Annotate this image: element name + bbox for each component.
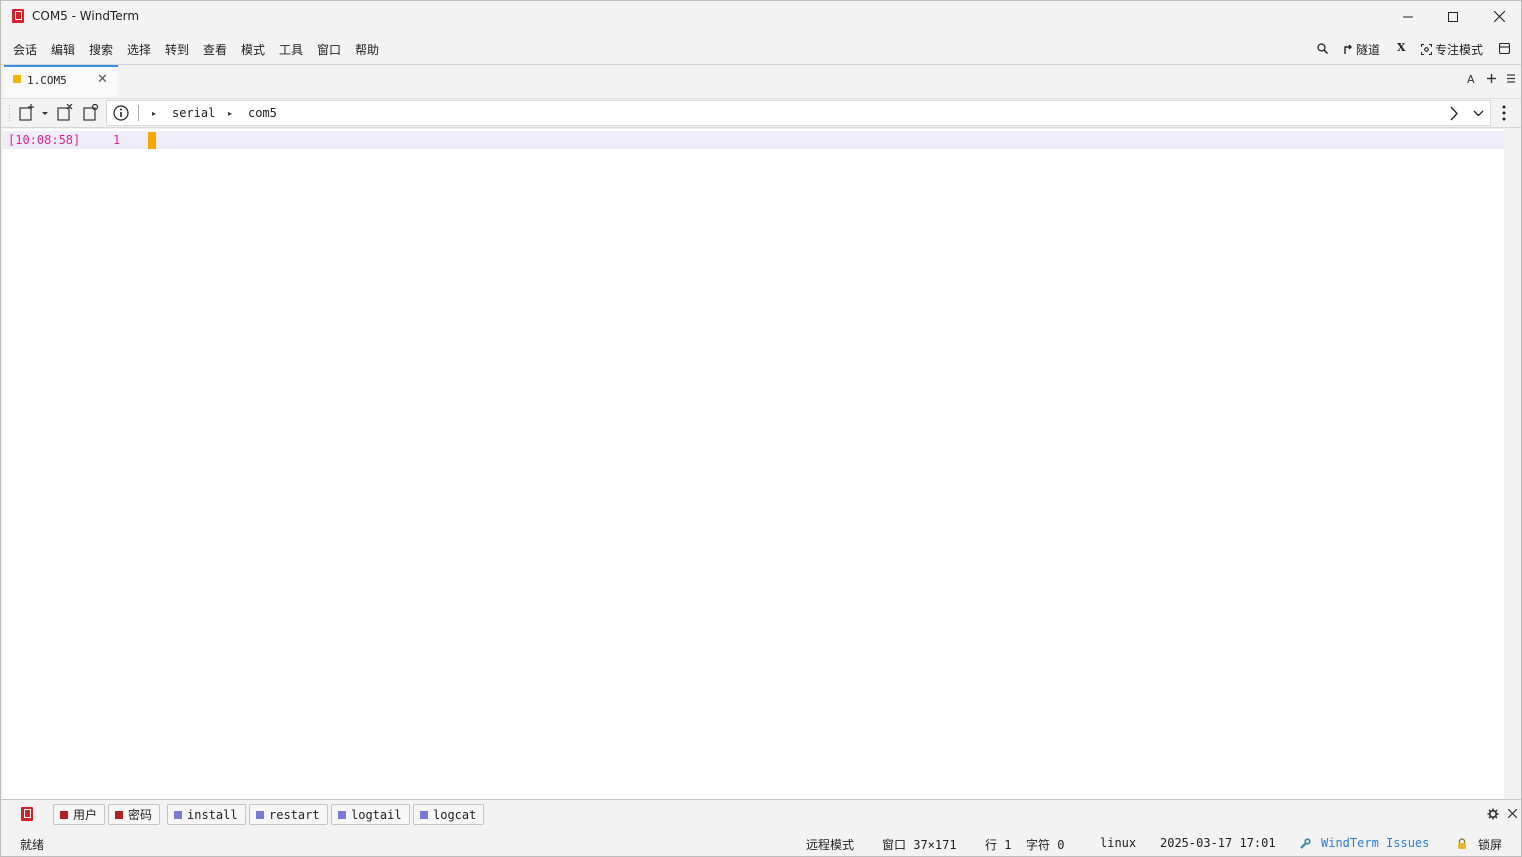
menu-window[interactable]: 窗口 bbox=[317, 41, 341, 58]
quick-button-color-icon bbox=[115, 810, 123, 819]
wrench-icon bbox=[1300, 838, 1311, 849]
close-window-button[interactable] bbox=[1476, 1, 1522, 32]
quick-button-label: install bbox=[187, 807, 238, 822]
menu-goto[interactable]: 转到 bbox=[165, 41, 189, 58]
quickbar-logo-icon[interactable] bbox=[20, 806, 34, 822]
chevron-right-icon[interactable] bbox=[1449, 106, 1459, 121]
menu-select[interactable]: 选择 bbox=[127, 41, 151, 58]
title-bar: COM5 - WindTerm bbox=[1, 1, 1521, 32]
info-icon[interactable] bbox=[113, 105, 129, 121]
quick-button-label: logtail bbox=[351, 807, 402, 822]
tab-list-icon[interactable] bbox=[1507, 74, 1515, 83]
drag-handle-icon[interactable] bbox=[8, 105, 11, 121]
maximize-button[interactable] bbox=[1430, 1, 1476, 32]
lock-screen-button[interactable]: 锁屏 bbox=[1478, 836, 1502, 853]
menu-search[interactable]: 搜索 bbox=[89, 41, 113, 58]
new-session-icon[interactable] bbox=[19, 104, 51, 122]
x-button[interactable]: X bbox=[1397, 41, 1406, 54]
quick-button-restart[interactable]: restart bbox=[249, 804, 328, 825]
status-datetime: 2025-03-17 17:01 bbox=[1160, 836, 1276, 850]
status-char[interactable]: 字符 0 bbox=[1026, 836, 1064, 853]
terminal-current-line: [10:08:58] 1 bbox=[3, 131, 1504, 149]
status-bar: 就绪 远程模式 窗口 37×171 行 1 字符 0 linux 2025-03… bbox=[1, 828, 1521, 856]
maximize-icon bbox=[1448, 11, 1458, 22]
crumb-arrow-icon: ▸ bbox=[228, 109, 233, 118]
tab-bar: 1.COM5 ✕ A bbox=[1, 65, 1521, 98]
tunnel-label: 隧道 bbox=[1356, 43, 1381, 57]
status-ready: 就绪 bbox=[20, 838, 45, 852]
menu-mode[interactable]: 模式 bbox=[241, 41, 265, 58]
close-icon bbox=[1493, 11, 1505, 22]
chevron-down-icon[interactable] bbox=[1473, 110, 1484, 117]
minimize-icon bbox=[1403, 16, 1413, 17]
focus-icon bbox=[1421, 44, 1432, 55]
windterm-logo-icon bbox=[12, 9, 24, 23]
window-title: COM5 - WindTerm bbox=[32, 9, 140, 23]
close-session-icon[interactable] bbox=[57, 104, 73, 122]
layout-icon[interactable] bbox=[1499, 43, 1510, 54]
issues-link[interactable]: WindTerm Issues bbox=[1321, 836, 1429, 850]
separator bbox=[138, 105, 139, 121]
vertical-scrollbar[interactable] bbox=[1505, 129, 1521, 799]
crumb-com5[interactable]: com5 bbox=[248, 106, 277, 120]
quick-button-color-icon bbox=[174, 810, 182, 819]
quick-button-logtail[interactable]: logtail bbox=[331, 804, 410, 825]
quick-button-password[interactable]: 密码 bbox=[108, 804, 161, 825]
tab-close-icon[interactable]: ✕ bbox=[97, 72, 108, 87]
status-mode[interactable]: 远程模式 bbox=[806, 836, 854, 853]
search-icon[interactable] bbox=[1317, 43, 1328, 54]
tab-label: 1.COM5 bbox=[27, 74, 67, 87]
lock-icon bbox=[1458, 838, 1466, 849]
close-quickbar-icon[interactable] bbox=[1508, 809, 1517, 818]
line-timestamp: [10:08:58] bbox=[8, 133, 81, 147]
quick-button-install[interactable]: install bbox=[167, 804, 246, 825]
more-options-icon[interactable] bbox=[1502, 105, 1506, 121]
minimize-button[interactable] bbox=[1385, 1, 1431, 32]
crumb-arrow-icon: ▸ bbox=[152, 109, 157, 118]
font-button[interactable]: A bbox=[1467, 73, 1475, 86]
menu-edit[interactable]: 编辑 bbox=[51, 41, 75, 58]
session-address-bar[interactable]: ▸ serial ▸ com5 bbox=[106, 100, 1491, 126]
terminal-cursor bbox=[148, 132, 156, 149]
gear-icon[interactable] bbox=[1487, 808, 1499, 820]
quick-button-user[interactable]: 用户 bbox=[53, 804, 106, 825]
tunnel-button[interactable]: 隧道 bbox=[1343, 41, 1380, 58]
focus-mode-button[interactable]: 专注模式 bbox=[1421, 41, 1483, 58]
quick-command-bar: 用户 密码 install restart logtail logcat bbox=[1, 800, 1521, 828]
menu-session[interactable]: 会话 bbox=[13, 41, 37, 58]
quick-button-label: restart bbox=[269, 807, 320, 822]
quick-button-label: 用户 bbox=[73, 808, 98, 822]
quick-button-logcat[interactable]: logcat bbox=[413, 804, 485, 825]
status-window-size[interactable]: 窗口 37×171 bbox=[882, 836, 957, 853]
status-row[interactable]: 行 1 bbox=[985, 836, 1011, 853]
terminal-area[interactable]: [10:08:58] 1 bbox=[3, 129, 1504, 799]
quick-button-color-icon bbox=[256, 810, 264, 819]
status-os[interactable]: linux bbox=[1100, 836, 1136, 850]
menu-help[interactable]: 帮助 bbox=[355, 41, 379, 58]
quick-button-color-icon bbox=[60, 810, 68, 819]
app-window: COM5 - WindTerm 会话 编辑 搜索 选择 转到 查看 模式 工具 … bbox=[0, 0, 1522, 857]
crumb-serial[interactable]: serial bbox=[172, 106, 215, 120]
focus-mode-label: 专注模式 bbox=[1435, 43, 1484, 57]
menu-view[interactable]: 查看 bbox=[203, 41, 227, 58]
quick-button-color-icon bbox=[420, 810, 428, 819]
line-number: 1 bbox=[113, 133, 121, 147]
menu-bar: 会话 编辑 搜索 选择 转到 查看 模式 工具 窗口 帮助 隧道 X 专注模式 bbox=[1, 33, 1521, 63]
tab-status-dot bbox=[13, 75, 21, 83]
session-settings-icon[interactable] bbox=[83, 104, 99, 122]
tunnel-icon bbox=[1344, 44, 1352, 54]
quick-button-label: 密码 bbox=[128, 808, 153, 822]
quick-button-label: logcat bbox=[433, 807, 477, 822]
address-toolbar: ▸ serial ▸ com5 bbox=[1, 98, 1521, 128]
menu-tools[interactable]: 工具 bbox=[279, 41, 303, 58]
tab-com5[interactable]: 1.COM5 ✕ bbox=[4, 65, 118, 98]
quick-button-color-icon bbox=[338, 810, 346, 819]
new-tab-icon[interactable] bbox=[1487, 74, 1496, 83]
